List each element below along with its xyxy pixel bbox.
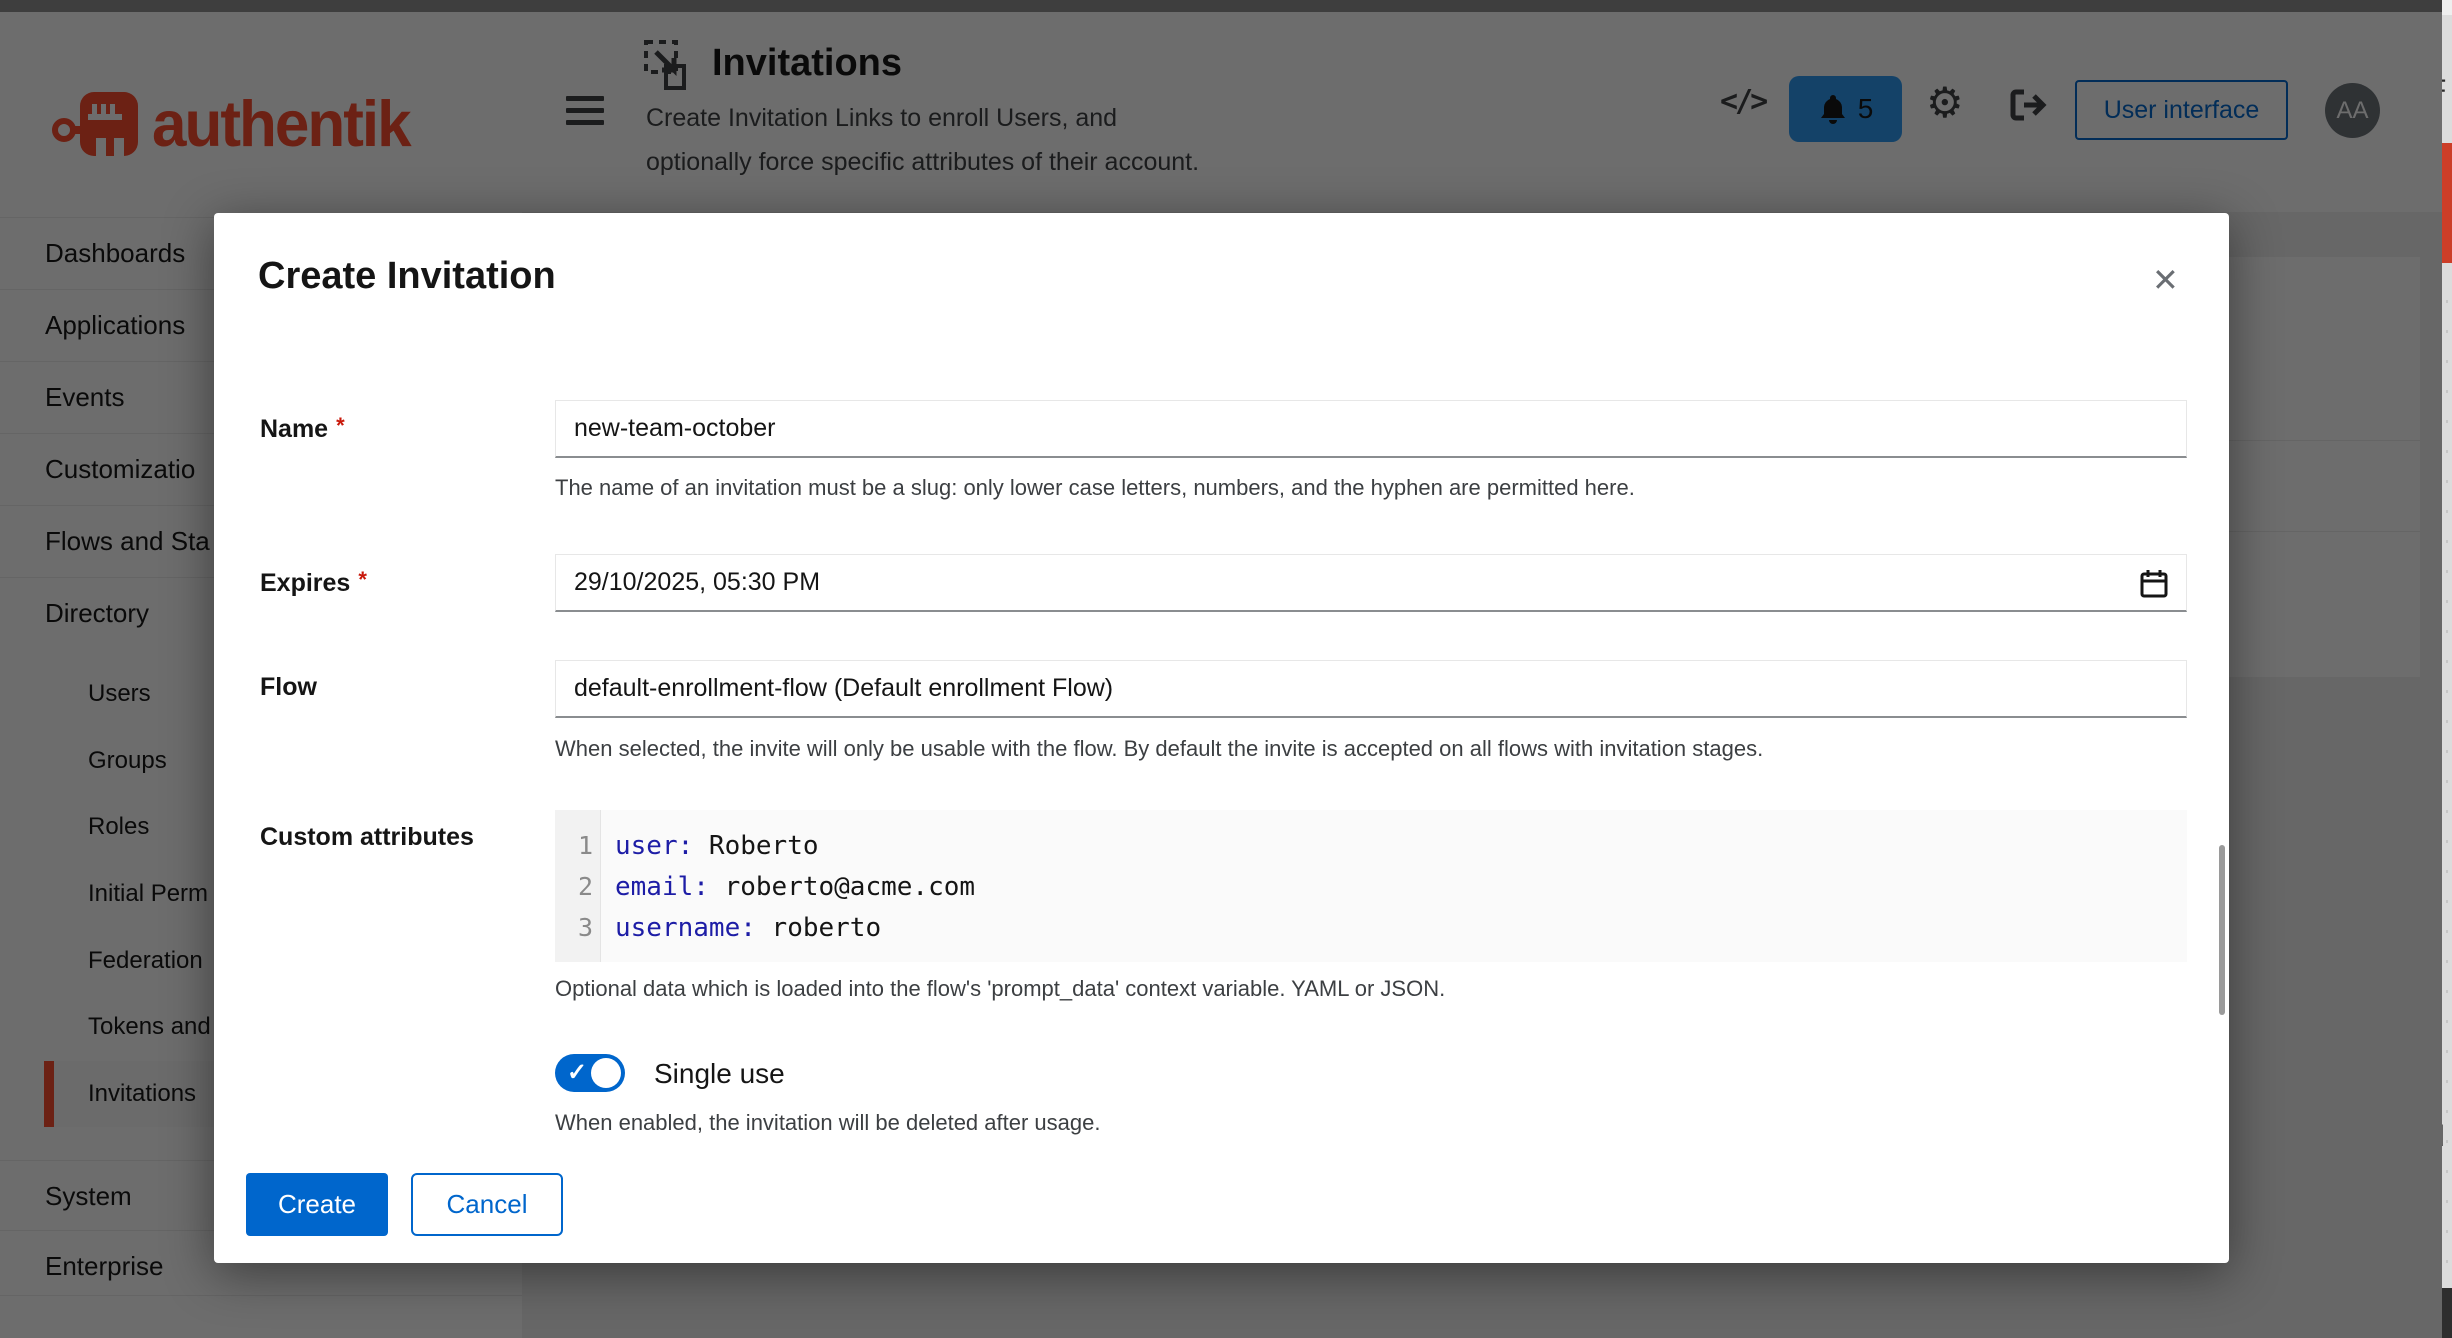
flow-help-text: When selected, the invite will only be u… <box>555 736 1763 762</box>
custom-attributes-code-editor[interactable]: 1 user: Roberto 2 email: roberto@acme.co… <box>555 810 2187 962</box>
flow-label: Flow <box>260 673 317 702</box>
expires-label: Expires* <box>260 567 367 598</box>
name-input[interactable] <box>555 400 2187 458</box>
edge-text-fragment: s <box>2442 1168 2452 1202</box>
edge-dark-block <box>2442 1288 2452 1338</box>
flow-select[interactable] <box>555 660 2187 718</box>
code-line: 1 user: Roberto <box>555 825 2187 866</box>
code-line: 3 username: roberto <box>555 907 2187 948</box>
screen-edge-sliver: F i t d s <box>2442 0 2452 1338</box>
edge-text-fragment: t <box>2442 668 2452 702</box>
calendar-icon[interactable] <box>2140 569 2168 599</box>
required-asterisk: * <box>358 567 367 592</box>
create-invitation-modal: Create Invitation ✕ Name* The name of an… <box>214 213 2229 1263</box>
close-icon[interactable]: ✕ <box>2152 261 2179 299</box>
name-label: Name* <box>260 413 345 444</box>
edge-text-fragment: d <box>2442 1120 2452 1154</box>
toggle-knob <box>591 1058 621 1088</box>
custom-attributes-help-text: Optional data which is loaded into the f… <box>555 976 1445 1002</box>
edge-red-block <box>2442 143 2452 263</box>
code-line: 2 email: roberto@acme.com <box>555 866 2187 907</box>
name-help-text: The name of an invitation must be a slug… <box>555 475 1635 501</box>
modal-title: Create Invitation <box>258 255 556 298</box>
cancel-button[interactable]: Cancel <box>411 1173 563 1236</box>
expires-datetime-input[interactable] <box>555 554 2187 612</box>
edge-text-fragment: F <box>2442 74 2452 108</box>
custom-attributes-label: Custom attributes <box>260 823 474 852</box>
required-asterisk: * <box>336 413 345 438</box>
modal-scrollbar-thumb[interactable] <box>2219 845 2225 1015</box>
check-icon: ✓ <box>567 1058 587 1087</box>
single-use-toggle[interactable]: ✓ <box>555 1054 625 1092</box>
scrollbar-corner <box>2442 0 2452 15</box>
single-use-label: Single use <box>654 1058 785 1090</box>
create-button[interactable]: Create <box>246 1173 388 1236</box>
edge-text-fragment: i <box>2442 266 2452 300</box>
single-use-help-text: When enabled, the invitation will be del… <box>555 1110 1100 1136</box>
